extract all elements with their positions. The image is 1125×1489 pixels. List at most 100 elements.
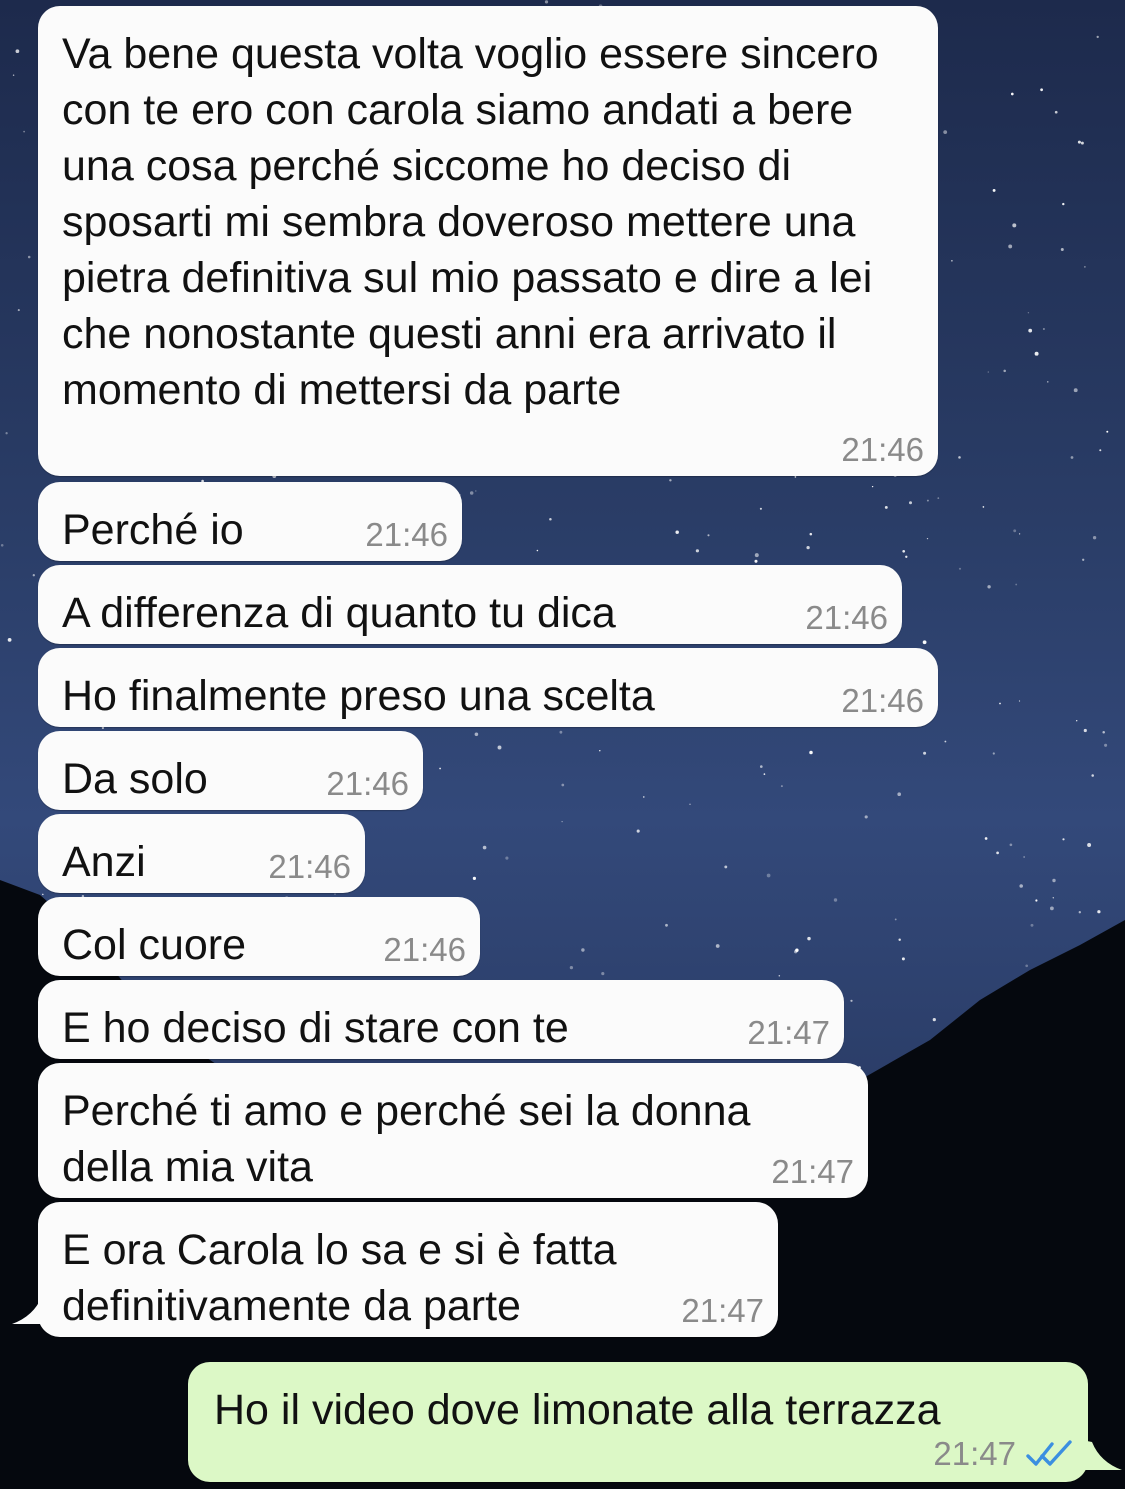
- star: [5, 432, 8, 435]
- star: [987, 371, 990, 373]
- star: [1060, 248, 1064, 251]
- star: [549, 518, 552, 521]
- message-timestamp: 21:46: [365, 516, 448, 553]
- star: [999, 702, 1001, 705]
- star: [1040, 88, 1043, 92]
- message-timestamp: 21:47: [681, 1292, 764, 1329]
- star: [1080, 141, 1084, 145]
- message-bubble-incoming[interactable]: E ora Carola lo sa e si è fatta definiti…: [38, 1202, 778, 1337]
- star: [932, 1018, 936, 1022]
- message-timestamp: 21:46: [326, 765, 409, 802]
- star: [1019, 884, 1023, 888]
- star: [561, 783, 565, 787]
- star: [472, 876, 476, 881]
- star: [1091, 774, 1094, 777]
- star: [944, 740, 947, 743]
- star: [809, 532, 813, 536]
- star: [1102, 731, 1105, 734]
- star: [101, 726, 105, 730]
- star: [1084, 266, 1086, 268]
- star: [505, 856, 509, 860]
- star: [1012, 223, 1017, 228]
- star: [469, 491, 474, 495]
- star: [1010, 92, 1014, 96]
- star: [1003, 369, 1006, 373]
- star: [1106, 430, 1109, 433]
- star: [1052, 897, 1054, 899]
- star: [599, 749, 601, 752]
- star: [763, 773, 766, 775]
- star: [1099, 449, 1102, 452]
- message-text: E ora Carola lo sa e si è fatta definiti…: [62, 1226, 629, 1330]
- star: [569, 965, 574, 970]
- star: [905, 555, 908, 558]
- star: [32, 574, 35, 577]
- star: [1062, 202, 1065, 206]
- star: [926, 537, 929, 540]
- star: [334, 893, 336, 895]
- star: [982, 506, 985, 508]
- star: [754, 553, 759, 558]
- star: [15, 49, 20, 54]
- star: [987, 585, 991, 589]
- star: [807, 936, 811, 941]
- message-timestamp: 21:46: [841, 682, 924, 719]
- message-timestamp: 21:47: [771, 1153, 854, 1190]
- message-bubble-incoming[interactable]: Anzi 21:46: [38, 814, 365, 893]
- star: [759, 765, 763, 768]
- message-bubble-incoming[interactable]: E ho deciso di stare con te 21:47: [38, 980, 844, 1059]
- star: [601, 972, 605, 976]
- message-bubble-incoming[interactable]: Col cuore 21:46: [38, 897, 480, 976]
- star: [561, 820, 563, 823]
- star: [1082, 558, 1085, 561]
- star: [1034, 351, 1039, 356]
- star: [1092, 536, 1097, 540]
- star: [958, 456, 961, 459]
- star: [992, 752, 995, 755]
- star: [1035, 899, 1038, 902]
- message-bubble-incoming[interactable]: Perché io 21:46: [38, 482, 462, 561]
- message-text: E ho deciso di stare con te: [62, 1004, 569, 1052]
- star: [1050, 906, 1054, 911]
- star: [943, 130, 948, 134]
- star: [27, 255, 31, 259]
- message-bubble-outgoing[interactable]: Ho il video dove limonate alla terrazza …: [188, 1362, 1088, 1482]
- message-timestamp: 21:46: [268, 848, 351, 885]
- message-bubble-incoming[interactable]: Va bene questa volta voglio essere since…: [38, 6, 938, 476]
- star: [926, 499, 929, 502]
- star: [884, 505, 888, 509]
- star: [559, 730, 563, 734]
- star: [475, 490, 477, 492]
- star: [897, 792, 902, 797]
- star: [695, 549, 700, 553]
- star: [1018, 700, 1021, 702]
- star: [780, 785, 783, 788]
- message-bubble-incoming[interactable]: A differenza di quanto tu dica 21:46: [38, 565, 902, 644]
- star: [474, 732, 479, 737]
- star: [901, 957, 905, 961]
- star: [1042, 327, 1045, 331]
- star: [636, 829, 640, 833]
- star: [898, 938, 901, 942]
- message-timestamp: 21:47: [933, 1435, 1016, 1472]
- message-bubble-incoming[interactable]: Perché ti amo e perché sei la donna dell…: [38, 1063, 868, 1198]
- star: [482, 845, 487, 850]
- star: [809, 750, 813, 755]
- message-timestamp: 21:47: [747, 1014, 830, 1051]
- star: [1062, 838, 1065, 841]
- star: [1076, 720, 1078, 722]
- star: [665, 923, 668, 927]
- star: [894, 918, 897, 921]
- star: [902, 549, 906, 553]
- star: [778, 974, 781, 977]
- message-bubble-incoming[interactable]: Da solo 21:46: [38, 731, 423, 810]
- message-bubble-incoming[interactable]: Ho finalmente preso una scelta 21:46: [38, 648, 938, 727]
- star: [1096, 35, 1099, 39]
- star: [1030, 923, 1034, 927]
- star: [439, 767, 442, 770]
- message-timestamp: 21:46: [841, 431, 924, 468]
- star: [42, 893, 44, 896]
- message-text: Perché ti amo e perché sei la donna dell…: [62, 1087, 763, 1191]
- star: [1078, 911, 1081, 914]
- star: [1083, 728, 1087, 733]
